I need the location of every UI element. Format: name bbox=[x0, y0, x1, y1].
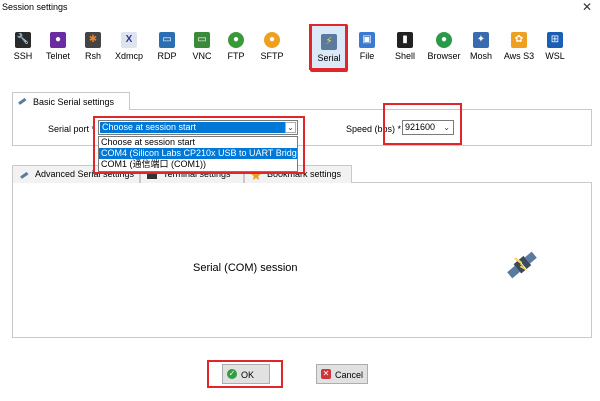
tool-label: FTP bbox=[227, 51, 245, 61]
tool-label: Rsh bbox=[84, 51, 101, 61]
tool-label: VNC bbox=[192, 51, 212, 61]
serial-port-label: Serial port * bbox=[48, 124, 96, 134]
title-bar: Session settings ✕ bbox=[0, 0, 600, 16]
browser-icon: ● bbox=[436, 32, 452, 48]
window-title: Session settings bbox=[2, 2, 68, 12]
tool-label: RDP bbox=[157, 51, 177, 61]
tool-label: Serial bbox=[317, 53, 341, 63]
check-icon: ✓ bbox=[227, 369, 237, 379]
rsh-icon: ✱ bbox=[85, 32, 101, 48]
tool-vnc[interactable]: ▭ VNC bbox=[190, 30, 214, 68]
dropdown-option[interactable]: Choose at session start bbox=[99, 137, 297, 148]
tool-sftp[interactable]: ● SFTP bbox=[258, 30, 286, 68]
tool-ssh[interactable]: 🔧 SSH bbox=[12, 30, 34, 68]
speed-value: 921600 bbox=[405, 122, 436, 132]
sftp-icon: ● bbox=[264, 32, 280, 48]
session-description: Serial (COM) session bbox=[193, 262, 298, 274]
tool-label: Telnet bbox=[45, 51, 71, 61]
tool-file[interactable]: ▣ File bbox=[356, 30, 378, 68]
tool-aws-s3[interactable]: ✿ Aws S3 bbox=[502, 30, 536, 68]
xdmcp-icon: X bbox=[121, 32, 137, 48]
file-icon: ▣ bbox=[359, 32, 375, 48]
dropdown-option[interactable]: COM4 (Silicon Labs CP210x USB to UART Br… bbox=[99, 148, 297, 159]
tool-label: Aws S3 bbox=[503, 51, 535, 61]
tool-label: Mosh bbox=[469, 51, 492, 61]
wsl-icon: ⊞ bbox=[547, 32, 563, 48]
chevron-down-icon[interactable]: ⌄ bbox=[285, 122, 296, 133]
ssh-icon: 🔧 bbox=[15, 32, 31, 48]
tool-shell[interactable]: ▮ Shell bbox=[392, 30, 418, 68]
serial-port-dropdown: Choose at session start COM4 (Silicon La… bbox=[98, 136, 298, 172]
tool-label: SFTP bbox=[260, 51, 284, 61]
ftp-icon: ● bbox=[228, 32, 244, 48]
tool-wsl[interactable]: ⊞ WSL bbox=[542, 30, 568, 68]
tool-mosh[interactable]: ✦ Mosh bbox=[468, 30, 494, 68]
tab-basic-serial-settings[interactable]: Basic Serial settings bbox=[12, 92, 130, 110]
cancel-label: Cancel bbox=[335, 370, 364, 380]
session-type-toolbar: 🔧 SSH ● Telnet ✱ Rsh X Xdmcp ▭ RDP ▭ VNC… bbox=[12, 24, 592, 72]
cancel-button[interactable]: ✕ Cancel bbox=[316, 364, 368, 384]
chevron-down-icon: ⌄ bbox=[443, 123, 450, 132]
plug-icon bbox=[20, 171, 29, 179]
tool-label: File bbox=[359, 51, 375, 61]
plug-icon bbox=[18, 97, 27, 105]
tool-label: WSL bbox=[545, 51, 565, 61]
tool-telnet[interactable]: ● Telnet bbox=[44, 30, 72, 68]
tab-label: Basic Serial settings bbox=[33, 97, 115, 107]
serial-plug-icon bbox=[507, 251, 537, 279]
vnc-icon: ▭ bbox=[194, 32, 210, 48]
tool-label: Shell bbox=[394, 51, 415, 61]
speed-label: Speed (bps) * bbox=[346, 124, 402, 134]
tool-serial[interactable]: ⚡ Serial bbox=[310, 24, 348, 72]
serial-port-select[interactable]: Choose at session start ⌄ bbox=[98, 120, 298, 135]
tool-rsh[interactable]: ✱ Rsh bbox=[82, 30, 104, 68]
tool-xdmcp[interactable]: X Xdmcp bbox=[114, 30, 144, 68]
tool-ftp[interactable]: ● FTP bbox=[224, 30, 248, 68]
serial-icon: ⚡ bbox=[321, 34, 337, 50]
dropdown-option[interactable]: COM1 (通信端口 (COM1)) bbox=[99, 159, 297, 170]
tool-label: SSH bbox=[13, 51, 33, 61]
tool-label: Xdmcp bbox=[114, 51, 143, 61]
cancel-icon: ✕ bbox=[321, 369, 331, 379]
ok-label: OK bbox=[241, 370, 255, 380]
tool-label: Browser bbox=[427, 51, 461, 61]
aws-s3-icon: ✿ bbox=[511, 32, 527, 48]
serial-port-value: Choose at session start bbox=[100, 122, 286, 133]
telnet-icon: ● bbox=[50, 32, 66, 48]
tool-rdp[interactable]: ▭ RDP bbox=[154, 30, 180, 68]
tool-browser[interactable]: ● Browser bbox=[426, 30, 462, 68]
close-icon[interactable]: ✕ bbox=[582, 0, 592, 14]
rdp-icon: ▭ bbox=[159, 32, 175, 48]
mosh-icon: ✦ bbox=[473, 32, 489, 48]
shell-icon: ▮ bbox=[397, 32, 413, 48]
ok-button[interactable]: ✓ OK bbox=[222, 364, 270, 384]
speed-select[interactable]: 921600 ⌄ bbox=[402, 120, 454, 135]
